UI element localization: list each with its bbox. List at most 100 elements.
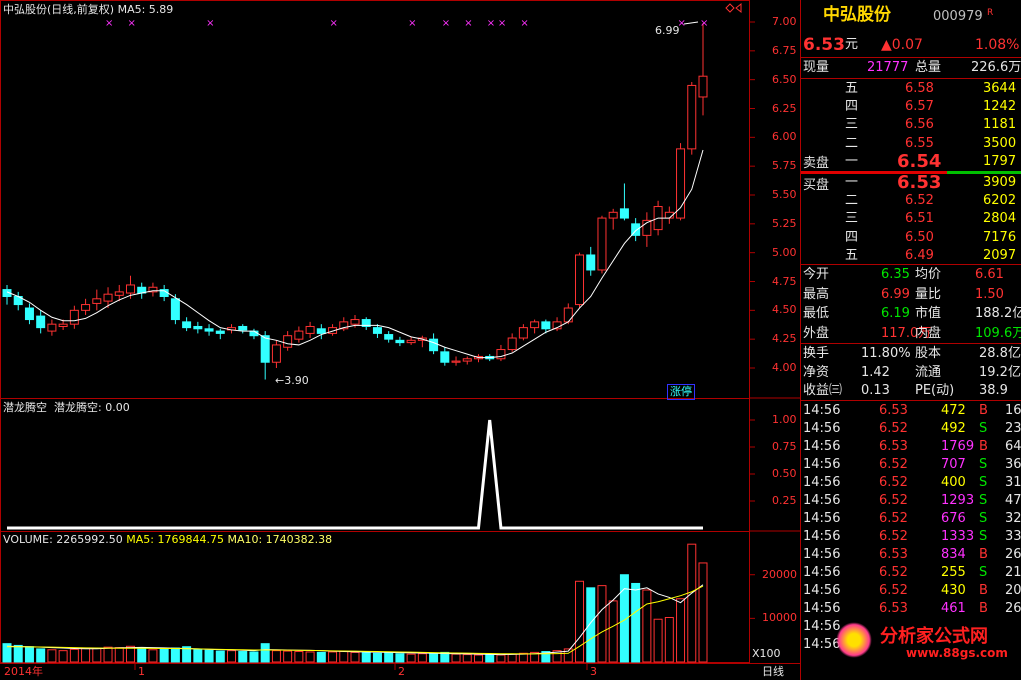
volume-bar[interactable] (328, 651, 338, 663)
candle[interactable] (518, 324, 528, 341)
candle[interactable] (283, 331, 293, 351)
candle[interactable] (417, 335, 427, 348)
volume-bar[interactable] (608, 600, 618, 663)
limit-up-badge[interactable]: 涨停 (667, 384, 695, 400)
candle[interactable] (92, 289, 102, 311)
volume-bar[interactable] (294, 651, 304, 663)
candle[interactable] (473, 354, 483, 363)
volume-bar[interactable] (485, 654, 495, 663)
volume-bar[interactable] (13, 644, 23, 663)
candle[interactable] (182, 317, 192, 332)
volume-bar[interactable] (395, 653, 405, 663)
volume-bar[interactable] (473, 654, 483, 663)
candle[interactable] (406, 336, 416, 345)
candle[interactable] (316, 324, 326, 340)
volume-bar[interactable] (204, 649, 214, 663)
volume-bar[interactable] (170, 647, 180, 663)
volume-bar[interactable] (496, 654, 506, 663)
volume-bar[interactable] (339, 651, 349, 663)
volume-bar[interactable] (507, 653, 517, 663)
candle[interactable] (575, 252, 585, 309)
candle[interactable] (193, 321, 203, 334)
candle[interactable] (676, 143, 686, 221)
volume-bar[interactable] (159, 648, 169, 663)
candle[interactable] (24, 303, 34, 325)
candle[interactable] (81, 298, 91, 315)
volume-bar[interactable] (283, 650, 293, 663)
volume-bar[interactable] (429, 652, 439, 663)
candle[interactable] (395, 336, 405, 347)
candle[interactable] (2, 284, 12, 305)
volume-bar[interactable] (271, 650, 281, 663)
volume-bar[interactable] (664, 616, 674, 663)
candle[interactable] (36, 310, 46, 334)
volume-bar[interactable] (148, 649, 158, 663)
volume-bar[interactable] (372, 652, 382, 663)
volume-bar[interactable] (631, 582, 641, 663)
candle[interactable] (384, 331, 394, 343)
candle[interactable] (496, 344, 506, 362)
volume-bar[interactable] (462, 654, 472, 663)
candle[interactable] (47, 319, 57, 336)
volume-bar[interactable] (316, 651, 326, 663)
candle[interactable] (361, 317, 371, 330)
volume-bar[interactable] (238, 651, 248, 663)
volume-bar[interactable] (597, 585, 607, 663)
volume-bar[interactable] (384, 652, 394, 663)
period-label[interactable]: 日线 (762, 665, 784, 679)
volume-bar[interactable] (249, 651, 259, 663)
candle[interactable] (451, 356, 461, 366)
candle[interactable] (507, 333, 517, 352)
volume-bar[interactable] (642, 589, 652, 663)
volume-bar[interactable] (676, 598, 686, 663)
candle[interactable] (148, 282, 158, 297)
volume-bar[interactable] (24, 646, 34, 663)
candle[interactable] (249, 328, 259, 340)
volume-bar[interactable] (137, 647, 147, 663)
volume-bar[interactable] (698, 562, 708, 663)
volume-bar[interactable] (687, 543, 697, 663)
candle[interactable] (271, 340, 281, 368)
volume-bar[interactable] (417, 653, 427, 663)
volume-bar[interactable] (305, 651, 315, 663)
candle[interactable] (69, 305, 79, 329)
candle[interactable] (608, 208, 618, 230)
candle[interactable] (586, 246, 596, 276)
volume-bar[interactable] (361, 652, 371, 663)
candle[interactable] (642, 212, 652, 247)
volume-bar[interactable] (451, 653, 461, 663)
volume-bar[interactable] (575, 580, 585, 663)
volume-bar[interactable] (193, 648, 203, 663)
volume-bar[interactable] (81, 647, 91, 663)
volume-bar[interactable] (92, 647, 102, 663)
candle[interactable] (563, 303, 573, 325)
candle[interactable] (687, 81, 697, 155)
candle[interactable] (294, 326, 304, 343)
candle[interactable] (440, 347, 450, 366)
kline-chart-area[interactable]: × × × × × × × × × × × × (0, 0, 800, 680)
volume-bar[interactable] (36, 648, 46, 663)
candle[interactable] (227, 324, 237, 334)
candle[interactable] (631, 218, 641, 242)
volume-bar[interactable] (103, 646, 113, 663)
volume-bar[interactable] (58, 650, 68, 663)
candle[interactable] (462, 356, 472, 365)
volume-bar[interactable] (653, 618, 663, 663)
volume-bar[interactable] (586, 587, 596, 663)
candle[interactable] (204, 324, 214, 336)
volume-bar[interactable] (47, 649, 57, 663)
volume-bar[interactable] (69, 648, 79, 663)
candle[interactable] (13, 291, 23, 311)
candle[interactable] (215, 328, 225, 340)
candle[interactable] (530, 319, 540, 334)
candle[interactable] (137, 282, 147, 299)
volume-bar[interactable] (406, 653, 416, 663)
candle[interactable] (305, 321, 315, 339)
candle[interactable] (103, 287, 113, 309)
candle[interactable] (238, 324, 248, 334)
volume-bar[interactable] (215, 650, 225, 663)
candle[interactable] (619, 183, 629, 221)
volume-bar[interactable] (350, 651, 360, 663)
volume-bar[interactable] (260, 643, 270, 663)
volume-bar[interactable] (114, 647, 124, 663)
